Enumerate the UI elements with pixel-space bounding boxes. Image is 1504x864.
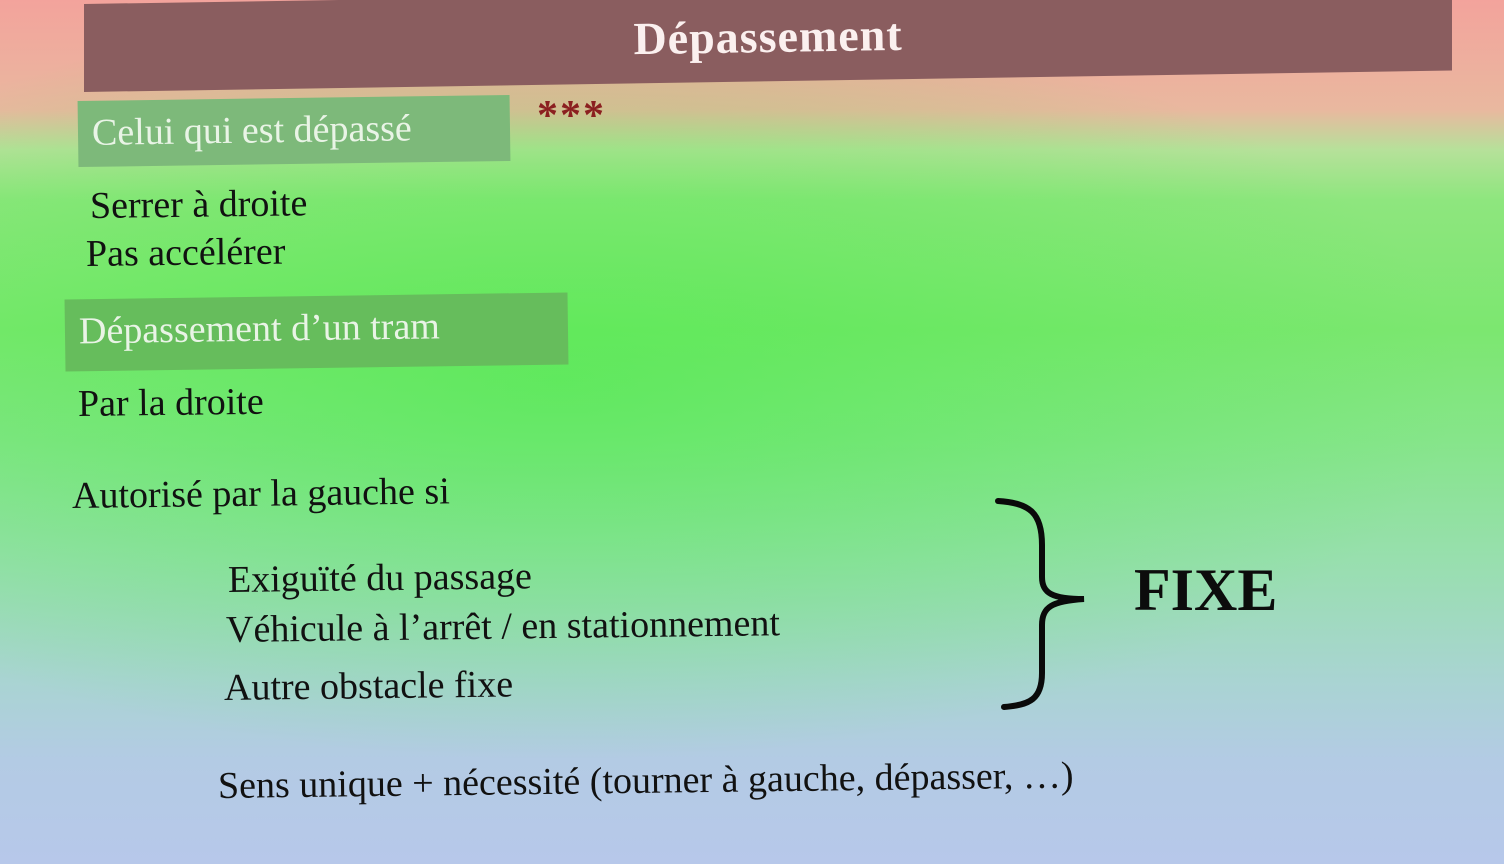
line-no-accelerate: Pas accélérer — [85, 230, 286, 275]
section-heading-overtaken: Celui qui est dépassé — [77, 94, 511, 168]
condition-fixed-obstacle: Autre obstacle fixe — [223, 663, 514, 709]
condition-stopped-vehicle: Véhicule à l’arrêt / en stationnement — [225, 602, 781, 651]
line-by-right: Par la droite — [77, 380, 264, 425]
stars-rating: *** — [537, 93, 606, 139]
fixe-label: FIXE — [1134, 557, 1278, 623]
section-heading-tram: Dépassement d’un tram — [64, 292, 569, 372]
line-one-way: Sens unique + nécessité (tourner à gauch… — [217, 754, 1074, 807]
line-left-condition: Autorisé par la gauche si — [71, 470, 450, 517]
condition-narrow-passage: Exiguïté du passage — [227, 555, 533, 601]
curly-brace-icon — [995, 498, 1085, 710]
line-keep-right: Serrer à droite — [89, 182, 308, 227]
